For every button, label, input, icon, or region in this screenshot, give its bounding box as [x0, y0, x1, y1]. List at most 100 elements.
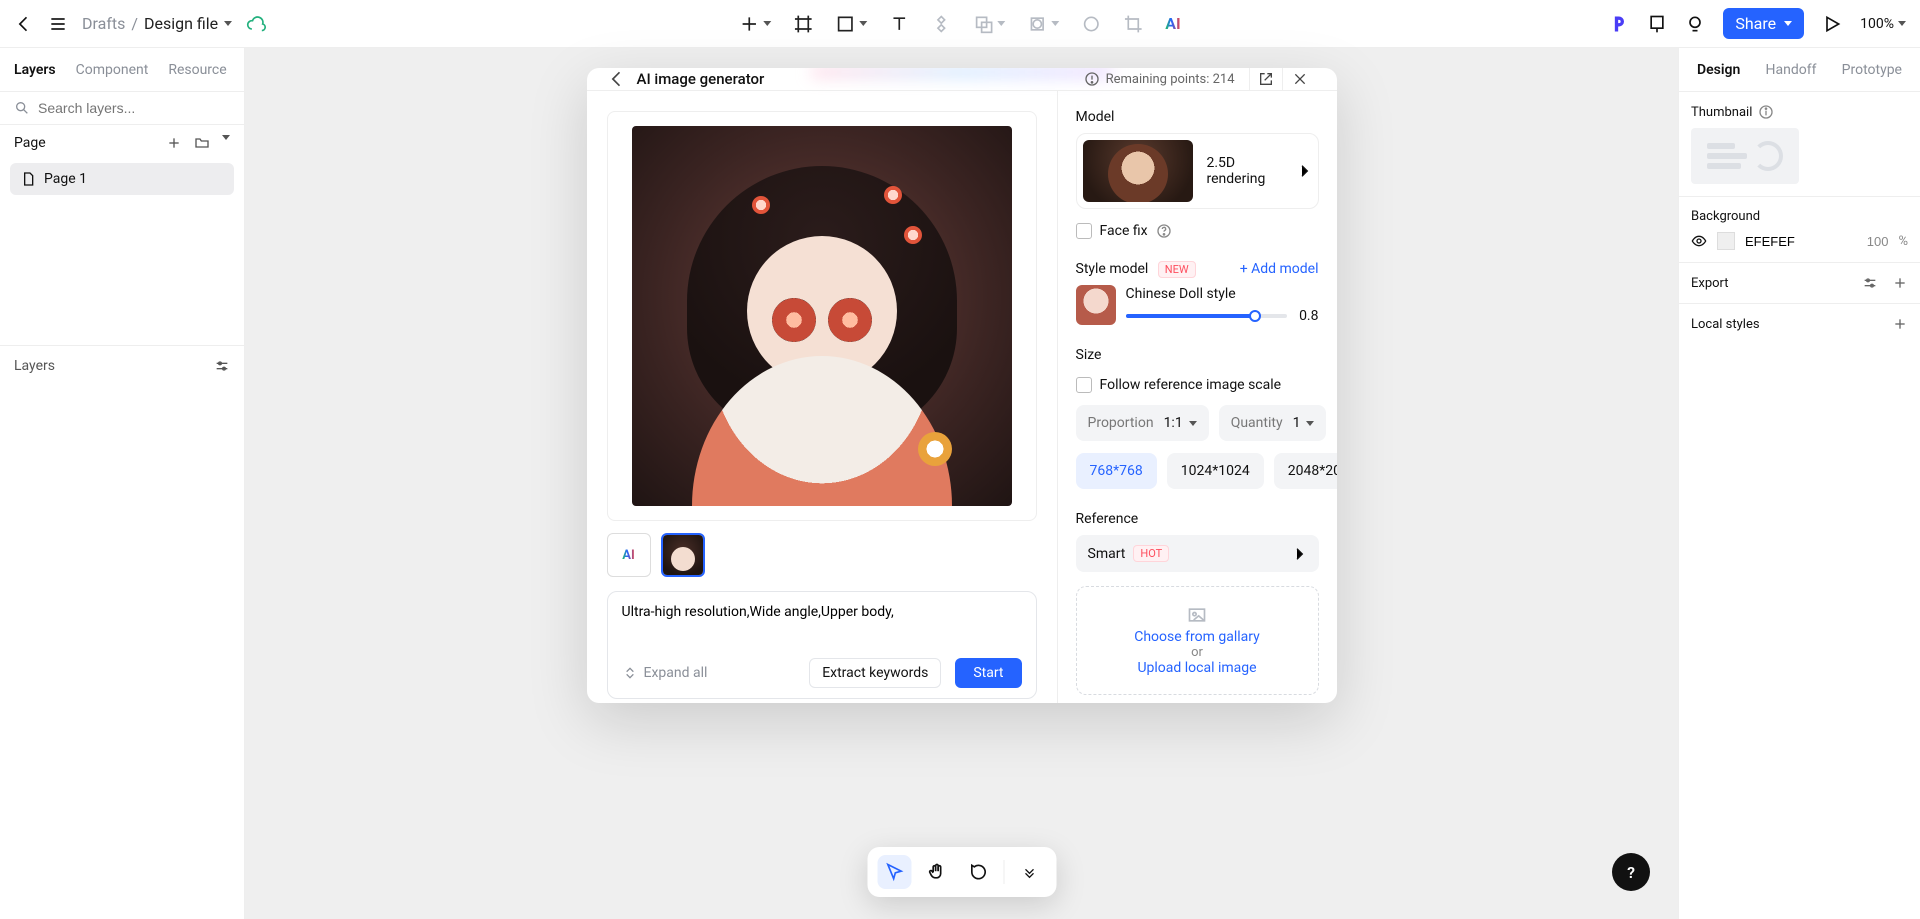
- divider: [1003, 860, 1004, 884]
- breadcrumb-file: Design file: [144, 14, 218, 33]
- expand-all-button[interactable]: Expand all: [622, 665, 708, 681]
- new-badge: NEW: [1158, 261, 1196, 278]
- hot-badge: HOT: [1133, 545, 1169, 562]
- add-page-icon[interactable]: [166, 135, 182, 151]
- export-settings-icon[interactable]: [1862, 275, 1878, 291]
- follow-ref-label: Follow reference image scale: [1100, 377, 1282, 393]
- folder-icon[interactable]: [194, 135, 210, 151]
- tab-resource[interactable]: Resource: [168, 62, 226, 78]
- cloud-sync-icon[interactable]: [246, 14, 266, 34]
- follow-ref-row[interactable]: Follow reference image scale: [1076, 377, 1319, 393]
- zoom-select[interactable]: 100%: [1860, 16, 1906, 32]
- face-fix-checkbox[interactable]: [1076, 223, 1092, 239]
- size-chip[interactable]: 2048*2048: [1274, 453, 1337, 489]
- brand-icon[interactable]: [1609, 14, 1629, 34]
- size-chip[interactable]: 1024*1024: [1167, 453, 1264, 489]
- follow-ref-checkbox[interactable]: [1076, 377, 1092, 393]
- style-strength-slider[interactable]: [1126, 314, 1288, 318]
- thumbnail-preview[interactable]: [1691, 128, 1799, 184]
- component-icon[interactable]: [931, 14, 951, 34]
- thumb-selected[interactable]: [661, 533, 705, 577]
- canvas[interactable]: AI image generator Remaining points: 214: [245, 48, 1678, 919]
- close-icon[interactable]: [1283, 71, 1317, 87]
- help-fab[interactable]: ?: [1612, 853, 1650, 891]
- mask-icon[interactable]: [1027, 14, 1059, 34]
- ai-logo-icon[interactable]: AI: [1165, 14, 1180, 33]
- tab-design[interactable]: Design: [1697, 62, 1740, 78]
- comment-tool[interactable]: [961, 855, 995, 889]
- tab-handoff[interactable]: Handoff: [1765, 62, 1816, 78]
- dev-icon[interactable]: [1647, 14, 1667, 34]
- gallery-choose-link[interactable]: Choose from gallary: [1134, 629, 1260, 645]
- background-swatch[interactable]: [1717, 232, 1735, 250]
- shape-icon[interactable]: [835, 14, 867, 34]
- topbar-left: Drafts / Design file: [14, 14, 266, 34]
- pointer-tool[interactable]: [877, 855, 911, 889]
- reference-select[interactable]: Smart HOT: [1076, 535, 1319, 572]
- background-hex-input[interactable]: [1745, 234, 1846, 249]
- local-styles-add-icon[interactable]: [1892, 316, 1908, 332]
- layer-search[interactable]: [0, 92, 244, 125]
- bottom-toolbar: [867, 847, 1056, 897]
- tab-component[interactable]: Component: [76, 62, 149, 78]
- frame-icon[interactable]: [793, 14, 813, 34]
- quantity-select[interactable]: Quantity 1: [1219, 405, 1327, 441]
- back-icon[interactable]: [14, 14, 34, 34]
- hand-tool[interactable]: [919, 855, 953, 889]
- settings-icon[interactable]: [214, 358, 230, 374]
- model-label: Model: [1076, 109, 1319, 125]
- export-label: Export: [1691, 276, 1729, 291]
- boolean-icon[interactable]: [973, 14, 1005, 34]
- gallery-upload-link[interactable]: Upload local image: [1137, 660, 1256, 676]
- extract-keywords-button[interactable]: Extract keywords: [809, 658, 941, 688]
- face-fix-row[interactable]: Face fix: [1076, 223, 1319, 239]
- modal-back-icon[interactable]: [607, 69, 627, 89]
- size-chips: 768*768 1024*1024 2048*2048: [1076, 453, 1319, 489]
- hamburger-icon[interactable]: [48, 14, 68, 34]
- circle-icon[interactable]: [1081, 14, 1101, 34]
- eye-icon[interactable]: [1691, 233, 1707, 249]
- start-button[interactable]: Start: [955, 658, 1021, 688]
- background-row: %: [1691, 232, 1908, 250]
- chevron-down-icon: [1051, 21, 1059, 26]
- crop-icon[interactable]: [1123, 14, 1143, 34]
- chevron-down-icon[interactable]: [224, 21, 232, 26]
- tab-layers[interactable]: Layers: [14, 62, 56, 78]
- gallery-or: or: [1095, 645, 1300, 660]
- background-pct-input[interactable]: [1856, 234, 1888, 249]
- modal-left: AI Expand all: [587, 91, 1057, 703]
- breadcrumb[interactable]: Drafts / Design file: [82, 14, 232, 33]
- help-icon[interactable]: [1156, 223, 1172, 239]
- local-styles-label: Local styles: [1691, 317, 1760, 332]
- generated-image[interactable]: [632, 126, 1012, 506]
- chevron-down-icon[interactable]: [222, 135, 230, 151]
- right-panel: Design Handoff Prototype Thumbnail Backg…: [1678, 48, 1920, 919]
- thumb-ai[interactable]: AI: [607, 533, 651, 577]
- layer-search-input[interactable]: [38, 100, 230, 116]
- top-bar: Drafts / Design file: [0, 0, 1920, 48]
- prompt-input[interactable]: [622, 604, 1022, 644]
- popout-icon[interactable]: [1249, 68, 1283, 90]
- share-button[interactable]: Share: [1723, 8, 1804, 39]
- chevron-down-icon: [763, 21, 771, 26]
- toolbar-expand[interactable]: [1012, 855, 1046, 889]
- model-selector[interactable]: 2.5D rendering: [1076, 133, 1319, 209]
- text-icon[interactable]: [889, 14, 909, 34]
- share-label: Share: [1735, 14, 1776, 33]
- export-add-icon[interactable]: [1892, 275, 1908, 291]
- page-icon: [20, 171, 36, 187]
- play-icon[interactable]: [1822, 14, 1842, 34]
- info-icon[interactable]: [1758, 104, 1774, 120]
- model-name: 2.5D rendering: [1207, 155, 1282, 187]
- reference-dropzone[interactable]: Choose from gallary or Upload local imag…: [1076, 586, 1319, 695]
- left-tabs: Layers Component Resource: [0, 48, 244, 92]
- tab-prototype[interactable]: Prototype: [1842, 62, 1902, 78]
- add-icon[interactable]: [739, 14, 771, 34]
- page-item[interactable]: Page 1: [10, 163, 234, 195]
- chevron-down-icon: [1784, 21, 1792, 26]
- size-chip[interactable]: 768*768: [1076, 453, 1157, 489]
- add-model-button[interactable]: + Add model: [1240, 261, 1319, 277]
- style-thumb[interactable]: [1076, 285, 1116, 325]
- lightbulb-icon[interactable]: [1685, 14, 1705, 34]
- proportion-select[interactable]: Proportion 1:1: [1076, 405, 1209, 441]
